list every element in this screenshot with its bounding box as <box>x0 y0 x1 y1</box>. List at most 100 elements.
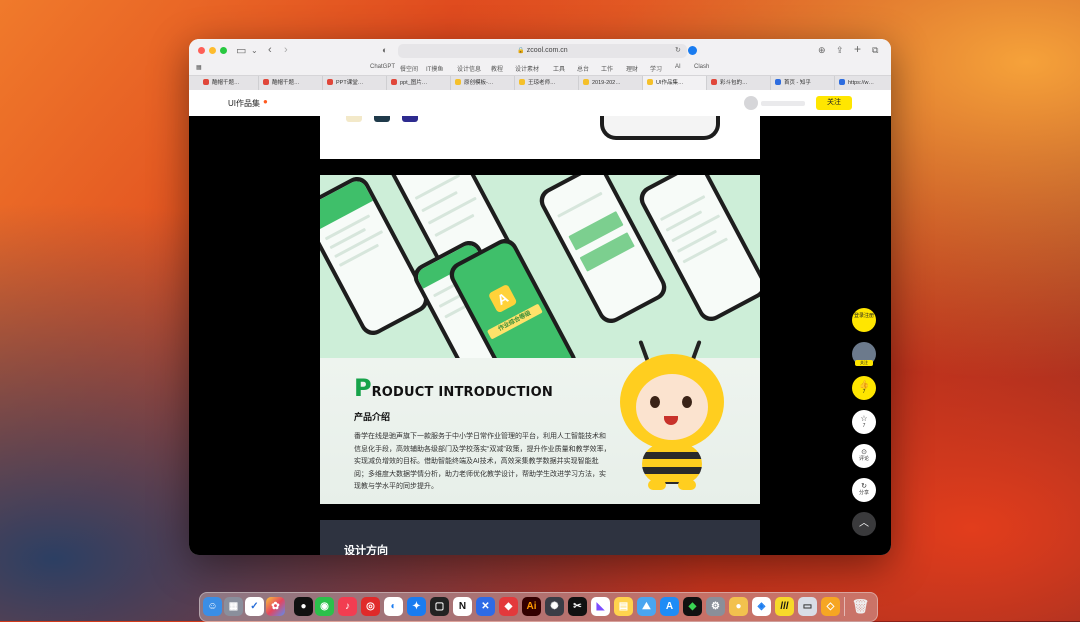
reminders-icon[interactable]: ✓ <box>245 597 264 616</box>
product-heading: PRODUCT INTRODUCTION <box>354 374 553 402</box>
bookmark-item[interactable]: 餐空间 <box>400 64 418 73</box>
app-icon[interactable]: ▭ <box>798 597 817 616</box>
bookmark-item[interactable]: 总台 <box>577 64 589 73</box>
vpn-icon[interactable]: ◆ <box>683 597 702 616</box>
minimize-window-button[interactable] <box>209 47 216 54</box>
tab[interactable]: 王琼老师… <box>515 76 579 90</box>
capcut-icon[interactable]: ✂ <box>568 597 587 616</box>
tab[interactable]: https://w… <box>835 76 891 90</box>
tab[interactable]: PPT课堂… <box>323 76 387 90</box>
music-icon[interactable]: ♪ <box>338 597 357 616</box>
section-title: 设计方向 <box>344 545 388 555</box>
preview-icon[interactable]: ⛰ <box>637 597 656 616</box>
illustrator-icon[interactable]: Ai <box>522 597 541 616</box>
tab[interactable]: 酷帽千题… <box>199 76 259 90</box>
close-window-button[interactable] <box>198 47 205 54</box>
app-icon[interactable]: ◣ <box>591 597 610 616</box>
share-label: 分享 <box>858 489 869 496</box>
terminal-icon[interactable]: ▢ <box>430 597 449 616</box>
tab-favicon <box>455 79 461 85</box>
product-description: 番学在线是驰声旗下一款服务于中小学日常作业管理的平台，利用人工智能技术和信息化手… <box>354 433 611 490</box>
share-button[interactable]: ↻ 分享 <box>852 478 876 502</box>
qq-icon[interactable]: ● <box>294 597 313 616</box>
tab-overview-icon[interactable]: ⧉ <box>872 45 878 56</box>
bookmark-item[interactable]: 设计信息 <box>457 64 481 73</box>
bookmark-item[interactable]: ChatGPT <box>370 64 395 70</box>
author-avatar[interactable]: 关注 <box>852 342 876 366</box>
photos-icon[interactable]: ✿ <box>266 597 285 616</box>
bookmark-item[interactable]: AI <box>675 64 681 70</box>
bookmark-item[interactable]: 教程 <box>491 64 503 73</box>
app-icon-thumb <box>402 116 418 122</box>
bookmark-item[interactable]: Clash <box>694 64 709 70</box>
wechat-icon[interactable]: ◉ <box>315 597 334 616</box>
phone-mockup <box>635 175 760 326</box>
openai-icon[interactable]: ✺ <box>545 597 564 616</box>
tab-active[interactable]: UI作品集… <box>643 76 707 90</box>
back-to-top-button[interactable]: ︿ <box>852 512 876 536</box>
login-register-button[interactable]: 登录注册 <box>852 308 876 332</box>
tab[interactable]: 原创模板-… <box>451 76 515 90</box>
app-store-icon[interactable]: A <box>660 597 679 616</box>
page-title: UI作品集 <box>228 99 260 108</box>
tab[interactable]: ppt_图片… <box>387 76 451 90</box>
xcode-icon[interactable]: ✕ <box>476 597 495 616</box>
app-icon[interactable]: ● <box>729 597 748 616</box>
bookmarks-grid-icon[interactable]: ▦ <box>196 64 202 71</box>
safari-icon[interactable]: ✦ <box>407 597 426 616</box>
comment-button[interactable]: ⊙ 评论 <box>852 444 876 468</box>
tab[interactable]: 彩斗包的… <box>707 76 771 90</box>
app-icon[interactable]: /// <box>775 597 794 616</box>
address-bar[interactable]: 🔒 zcool.com.cn <box>398 44 687 58</box>
netease-music-icon[interactable]: ◎ <box>361 597 380 616</box>
finder-icon[interactable]: ☺ <box>203 597 222 616</box>
notion-icon[interactable]: N <box>453 597 472 616</box>
bookmark-item[interactable]: 学习 <box>650 64 662 73</box>
thumbs-up-icon: 👍 <box>859 380 869 389</box>
download-icon[interactable]: ⊕ <box>818 45 826 56</box>
dock-divider <box>844 597 845 616</box>
sidebar-toggle-icon[interactable]: ▭ <box>236 44 246 57</box>
bee-eye <box>682 396 692 408</box>
zoom-window-button[interactable] <box>220 47 227 54</box>
privacy-shield-icon[interactable]: ◐ <box>382 45 387 55</box>
share-icon[interactable]: ⇪ <box>836 45 844 56</box>
favorite-button[interactable]: ☆ 7 <box>852 410 876 434</box>
tab[interactable]: 2019-202… <box>579 76 643 90</box>
extension-icon[interactable] <box>688 46 697 55</box>
chevron-down-icon[interactable]: ⌄ <box>251 46 258 55</box>
tab[interactable]: 酷帽千题… <box>259 76 323 90</box>
follow-button[interactable]: 关注 <box>816 96 852 110</box>
notes-icon[interactable]: ▤ <box>614 597 633 616</box>
bookmark-item[interactable]: 工作 <box>601 64 613 73</box>
app-icon[interactable]: ◆ <box>499 597 518 616</box>
like-button[interactable]: 👍 7 <box>852 376 876 400</box>
product-subheading: 产品介绍 <box>354 412 391 422</box>
bookmark-item[interactable]: 工具 <box>553 64 565 73</box>
launchpad-icon[interactable]: ▦ <box>224 597 243 616</box>
app-icon[interactable]: ◈ <box>752 597 771 616</box>
bookmark-item[interactable]: IT摸鱼 <box>426 64 443 73</box>
star-icon: ☆ <box>860 414 868 423</box>
tab-favicon <box>583 79 589 85</box>
back-icon[interactable]: ‹ <box>268 44 272 56</box>
tab[interactable]: 首页 - 知乎 <box>771 76 835 90</box>
bookmark-item[interactable]: 理财 <box>626 64 638 73</box>
trash-icon[interactable]: 🗑 <box>851 597 870 616</box>
reload-icon[interactable]: ↻ <box>675 46 681 54</box>
sketch-icon[interactable]: ◇ <box>821 597 840 616</box>
avatar[interactable] <box>744 96 758 110</box>
bookmark-item[interactable]: 设计素材 <box>515 64 539 73</box>
system-settings-icon[interactable]: ⚙ <box>706 597 725 616</box>
product-intro-image: A 作业综合等级 PRODUCT INTRODUCTION 产品介绍 番学在线是… <box>320 175 760 504</box>
avatar-follow-badge[interactable]: 关注 <box>855 360 873 366</box>
browser-toolbar: ▭ ⌄ ‹ › ◐ 🔒 zcool.com.cn ↻ ⊕ ⇪ + ⧉ ▦ Cha… <box>189 39 891 75</box>
new-tab-icon[interactable]: + <box>854 42 861 56</box>
forward-icon[interactable]: › <box>284 44 288 56</box>
tab-favicon <box>203 79 209 85</box>
browser-icon[interactable]: ◐ <box>384 597 403 616</box>
bookmarks-bar: ▦ ChatGPT 餐空间 IT摸鱼 设计信息 教程 设计素材 工具 总台 工作… <box>189 61 891 75</box>
bee-foot <box>648 480 666 490</box>
app-icon-thumb <box>374 116 390 122</box>
bee-foot <box>678 480 696 490</box>
